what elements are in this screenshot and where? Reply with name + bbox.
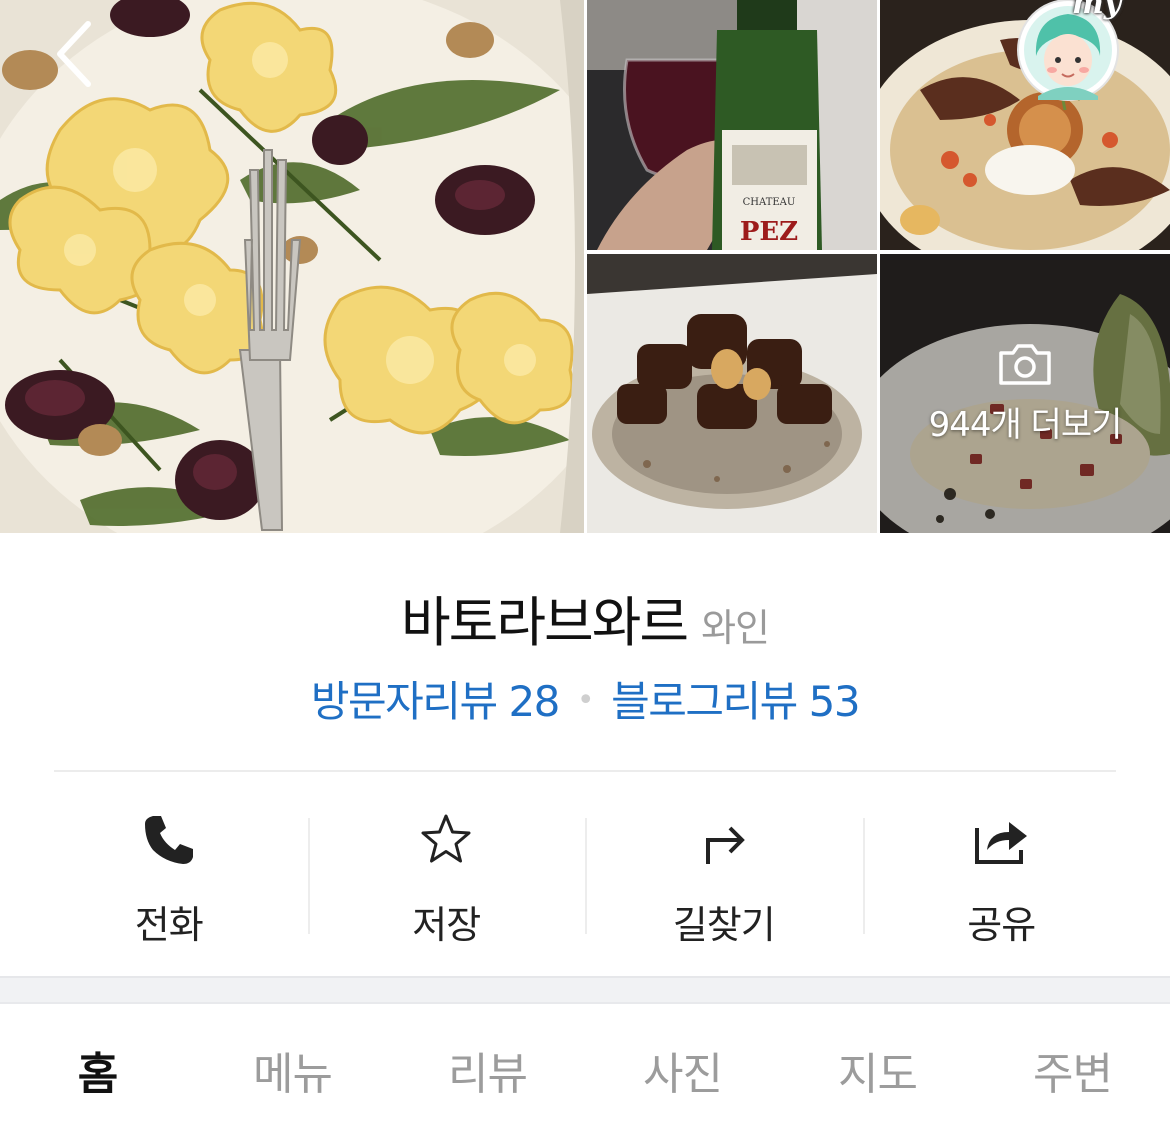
divider — [54, 770, 1116, 772]
tab-menu[interactable]: 메뉴 — [195, 1004, 390, 1126]
place-name: 바토라브와르 — [400, 591, 689, 654]
tab-reviews[interactable]: 리뷰 — [390, 1004, 585, 1126]
chevron-left-icon — [57, 21, 91, 87]
call-label: 전화 — [134, 903, 204, 947]
visitor-review-link[interactable]: 방문자리뷰 28 — [311, 677, 561, 726]
review-separator: • — [576, 683, 595, 718]
photo-gallery: CHATEAU PEZ 944개 더보기 my — [0, 0, 1170, 533]
save-button[interactable]: 저장 — [307, 800, 586, 950]
place-title-row: 바토라브와르 와인 — [0, 578, 1170, 657]
directions-label: 길찾기 — [672, 903, 776, 947]
svg-text:CHATEAU: CHATEAU — [743, 197, 796, 208]
review-summary: 방문자리뷰 28 • 블로그리뷰 53 — [0, 668, 1170, 729]
my-badge-text: my — [1072, 0, 1122, 21]
share-label: 공유 — [967, 903, 1036, 947]
share-button[interactable]: 공유 — [862, 800, 1141, 950]
place-category: 와인 — [701, 606, 770, 650]
svg-text:PEZ: PEZ — [740, 217, 798, 247]
more-photos-label: 944개 더보기 — [928, 405, 1123, 445]
tab-home[interactable]: 홈 — [0, 1004, 195, 1126]
directions-icon — [705, 826, 745, 864]
photo-stew-dish[interactable] — [587, 254, 877, 533]
more-photos-button[interactable]: 944개 더보기 — [880, 254, 1170, 533]
call-button[interactable]: 전화 — [30, 800, 308, 950]
tab-nearby[interactable]: 주변 — [975, 1004, 1170, 1126]
share-icon — [975, 822, 1028, 864]
blog-review-link[interactable]: 블로그리뷰 53 — [611, 677, 861, 726]
save-label: 저장 — [412, 903, 481, 947]
star-icon — [421, 814, 471, 863]
action-bar: 전화 저장 길찾기 공유 — [30, 800, 1140, 950]
directions-button[interactable]: 길찾기 — [585, 800, 863, 950]
my-profile-button[interactable]: my — [1014, 0, 1124, 104]
tab-map[interactable]: 지도 — [780, 1004, 975, 1126]
camera-icon — [999, 344, 1051, 385]
back-button[interactable] — [40, 10, 110, 90]
tab-bar: 홈 메뉴 리뷰 사진 지도 주변 — [0, 1004, 1170, 1126]
phone-icon — [144, 816, 193, 864]
photo-wine-bottle[interactable]: CHATEAU PEZ — [587, 0, 877, 250]
section-separator — [0, 976, 1170, 1004]
tab-photos[interactable]: 사진 — [585, 1004, 780, 1126]
